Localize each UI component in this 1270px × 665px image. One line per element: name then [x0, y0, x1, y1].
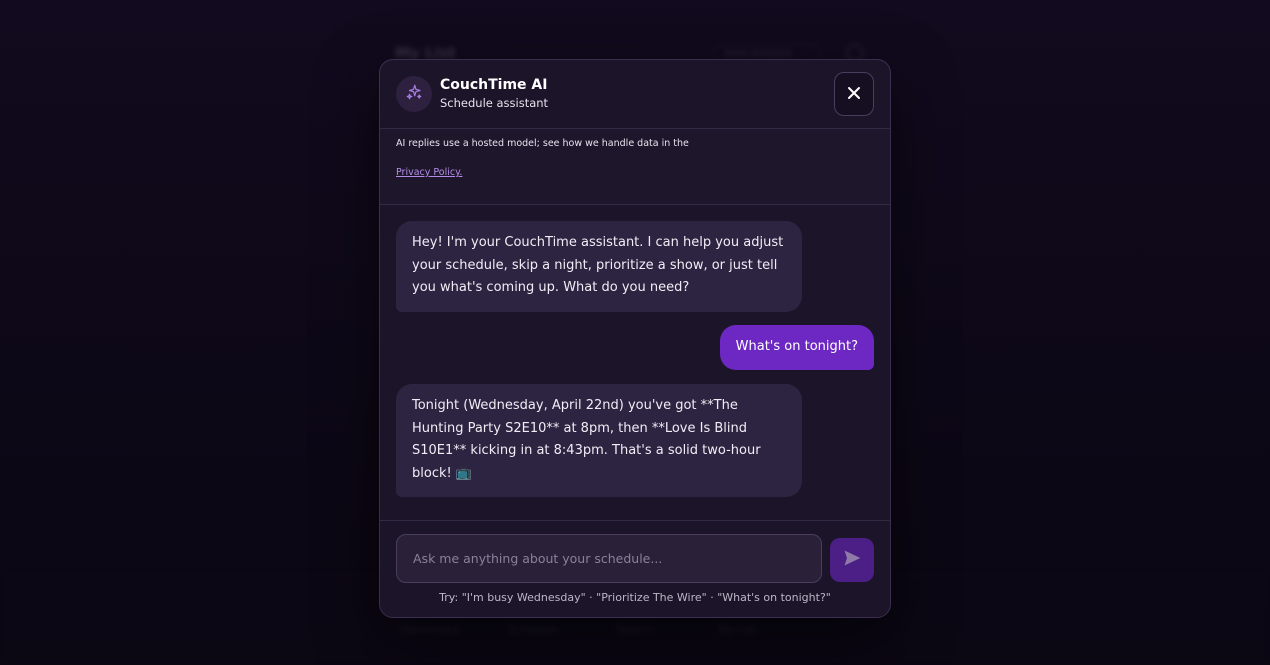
assistant-message: Hey! I'm your CouchTime assistant. I can…: [396, 221, 802, 312]
modal-title: CouchTime AI: [440, 77, 548, 93]
modal-header: CouchTime AI Schedule assistant: [380, 60, 890, 129]
background-nav-item: My List: [718, 623, 757, 636]
assistant-modal: CouchTime AI Schedule assistant AI repli…: [379, 59, 891, 618]
assistant-message: Tonight (Wednesday, April 22nd) you've g…: [396, 384, 802, 497]
privacy-notice-text: AI replies use a hosted model; see how w…: [396, 138, 689, 149]
user-message: What's on tonight?: [719, 325, 874, 370]
assistant-avatar: [396, 76, 432, 112]
background-nav-item: Dashboard: [400, 623, 460, 636]
background-nav-item: Search: [616, 623, 654, 636]
send-button[interactable]: [830, 538, 874, 582]
close-button[interactable]: [834, 72, 874, 116]
message-input[interactable]: [396, 534, 822, 583]
modal-subtitle: Schedule assistant: [440, 96, 549, 110]
chat-messages: Hey! I'm your CouchTime assistant. I can…: [380, 205, 890, 520]
send-icon: [842, 548, 862, 572]
suggestion-hints: Try: "I'm busy Wednesday" · "Prioritize …: [439, 591, 831, 604]
close-icon: [847, 85, 861, 104]
message-composer: Try: "I'm busy Wednesday" · "Prioritize …: [380, 520, 890, 617]
sparkles-icon: [405, 83, 423, 105]
privacy-policy-link[interactable]: Privacy Policy.: [396, 167, 462, 178]
privacy-notice: AI replies use a hosted model; see how w…: [380, 129, 890, 205]
background-nav-item: Schedule: [508, 623, 559, 636]
